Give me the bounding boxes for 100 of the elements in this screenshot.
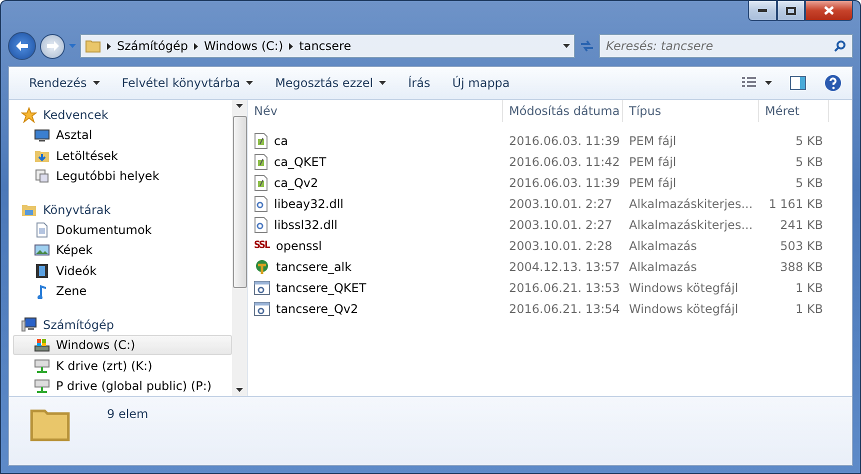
type-cell-text: PEM fájl (628, 154, 678, 170)
sidebar-group-header[interactable]: Számítógép (13, 314, 232, 336)
minimize-icon (758, 9, 767, 12)
sidebar-item[interactable]: P drive (global public) (P:) (13, 376, 232, 396)
maximize-icon (786, 6, 796, 14)
certificate-file-icon (254, 154, 268, 170)
size-cell-text: 1 161 KB (768, 196, 824, 212)
search-icon (834, 40, 846, 52)
ssl-icon: SSL (254, 240, 270, 251)
certificate-file-icon (254, 174, 268, 190)
chevron-icon (107, 42, 111, 50)
help-icon (824, 74, 842, 92)
forward-button[interactable] (40, 34, 65, 58)
sidebar-item[interactable]: Videók (13, 260, 232, 281)
folder-icon (85, 38, 101, 54)
item-count: 9 elem (107, 407, 148, 421)
document-icon (34, 222, 50, 238)
size-cell-text: 388 KB (779, 258, 824, 276)
column-header[interactable]: Módosítás dátuma (503, 100, 623, 122)
close-button[interactable] (805, 1, 853, 21)
file-name-cell[interactable]: tancsere_Qv2 (248, 298, 503, 319)
minimize-button[interactable] (748, 1, 777, 21)
date-cell-text: 2003.10.01. 2:28 (508, 238, 614, 254)
size-cell-text: 241 KB (779, 216, 824, 234)
chevron-icon (289, 42, 294, 50)
type-cell-text: Alkalmazás (628, 238, 698, 254)
film-icon (34, 262, 50, 279)
batch-file-icon (254, 280, 270, 296)
scrollbar[interactable] (232, 100, 247, 396)
date-cell-text: 2016.06.21. 13:54 (508, 300, 621, 318)
sidebar-item[interactable]: Zene (13, 280, 232, 302)
sidebar-item[interactable]: Letöltések (13, 146, 232, 166)
toolbar-button[interactable]: Megosztás ezzel (265, 72, 398, 94)
network-drive-icon (34, 358, 50, 374)
toolbar-button[interactable]: Felvétel könyvtárba (112, 72, 266, 94)
sidebar-item[interactable]: Asztal (13, 125, 232, 146)
file-name-cell[interactable]: tancsere_alk (248, 256, 503, 277)
settings-file-icon (254, 216, 268, 232)
picture-icon (34, 242, 50, 258)
view-list-icon (741, 77, 757, 89)
app-icon (254, 258, 270, 274)
type-cell-text: PEM fájl (628, 132, 678, 150)
file-name-cell[interactable]: libeay32.dll (248, 193, 503, 214)
back-button[interactable] (8, 32, 36, 60)
forward-arrow-icon (46, 41, 58, 51)
toolbar-button[interactable]: Írás (398, 72, 442, 94)
column-header[interactable]: Méret (759, 100, 829, 122)
sidebar-item[interactable]: Legutóbbi helyek (13, 166, 232, 186)
dropdown-icon (69, 44, 76, 48)
sidebar-group-header[interactable]: Kedvencek (13, 105, 232, 126)
caret-icon (236, 388, 243, 392)
sidebar-item[interactable]: Dokumentumok (13, 220, 232, 240)
settings-file-icon (254, 196, 268, 212)
type-cell-text: Alkalmazáskiterjes... (628, 216, 754, 234)
size-cell-text: 1 KB (794, 300, 824, 318)
date-cell-text: 2003.10.01. 2:27 (508, 196, 614, 212)
breadcrumb-item[interactable]: Számítógép (117, 39, 188, 53)
breadcrumb-item[interactable]: Windows (C:) (204, 39, 284, 53)
column-header[interactable]: Típus (623, 100, 759, 122)
monitor-icon (34, 127, 50, 144)
preview-pane-icon (790, 76, 806, 90)
date-cell-text: 2004.12.13. 13:57 (508, 258, 621, 276)
batch-file-icon (254, 300, 270, 316)
size-cell-text: 5 KB (794, 132, 824, 150)
file-name-cell[interactable]: libssl32.dll (248, 214, 503, 235)
size-cell-text: 5 KB (794, 154, 824, 170)
toolbar-button[interactable]: Rendezés (19, 72, 112, 94)
sidebar-item[interactable]: Képek (13, 240, 232, 261)
file-name-cell[interactable]: ca (248, 130, 503, 151)
caret-icon (236, 104, 243, 108)
computer-icon (21, 316, 37, 333)
caret-icon (246, 81, 254, 85)
recent-places-icon (34, 168, 50, 184)
close-icon (824, 6, 834, 15)
file-name-cell[interactable]: SSL openssl (248, 235, 503, 256)
address-bar[interactable]: Számítógép Windows (C:) tancsere (80, 34, 575, 58)
date-cell-text: 2016.06.03. 11:39 (508, 174, 621, 192)
drive-icon (34, 337, 50, 354)
file-name-cell[interactable]: ca_QKET (248, 151, 503, 172)
network-drive-icon (34, 378, 50, 394)
breadcrumb-item[interactable]: tancsere (299, 39, 352, 53)
size-cell-text: 503 KB (779, 238, 824, 254)
toolbar-button[interactable]: Új mappa (442, 72, 522, 94)
size-cell-text: 1 KB (794, 280, 824, 296)
caret-icon (379, 81, 386, 85)
file-name-cell[interactable]: ca_Qv2 (248, 172, 503, 193)
type-cell-text: Windows kötegfájl (628, 280, 740, 296)
search-field[interactable]: Keresés: tancsere (599, 34, 853, 58)
refresh-icon (579, 39, 595, 53)
type-cell-text: Alkalmazás (628, 258, 698, 276)
column-header[interactable]: Név (248, 100, 503, 122)
certificate-file-icon (254, 132, 268, 148)
caret-icon (765, 81, 772, 85)
sidebar-item[interactable]: Windows (C:) (13, 335, 232, 356)
sidebar-group-header[interactable]: Könyvtárak (13, 200, 232, 220)
type-cell-text: Alkalmazáskiterjes... (628, 196, 754, 212)
maximize-button[interactable] (777, 1, 805, 21)
file-name-cell[interactable]: tancsere_QKET (248, 277, 503, 298)
caret-icon (92, 81, 100, 85)
sidebar-item[interactable]: K drive (zrt) (K:) (13, 355, 232, 376)
